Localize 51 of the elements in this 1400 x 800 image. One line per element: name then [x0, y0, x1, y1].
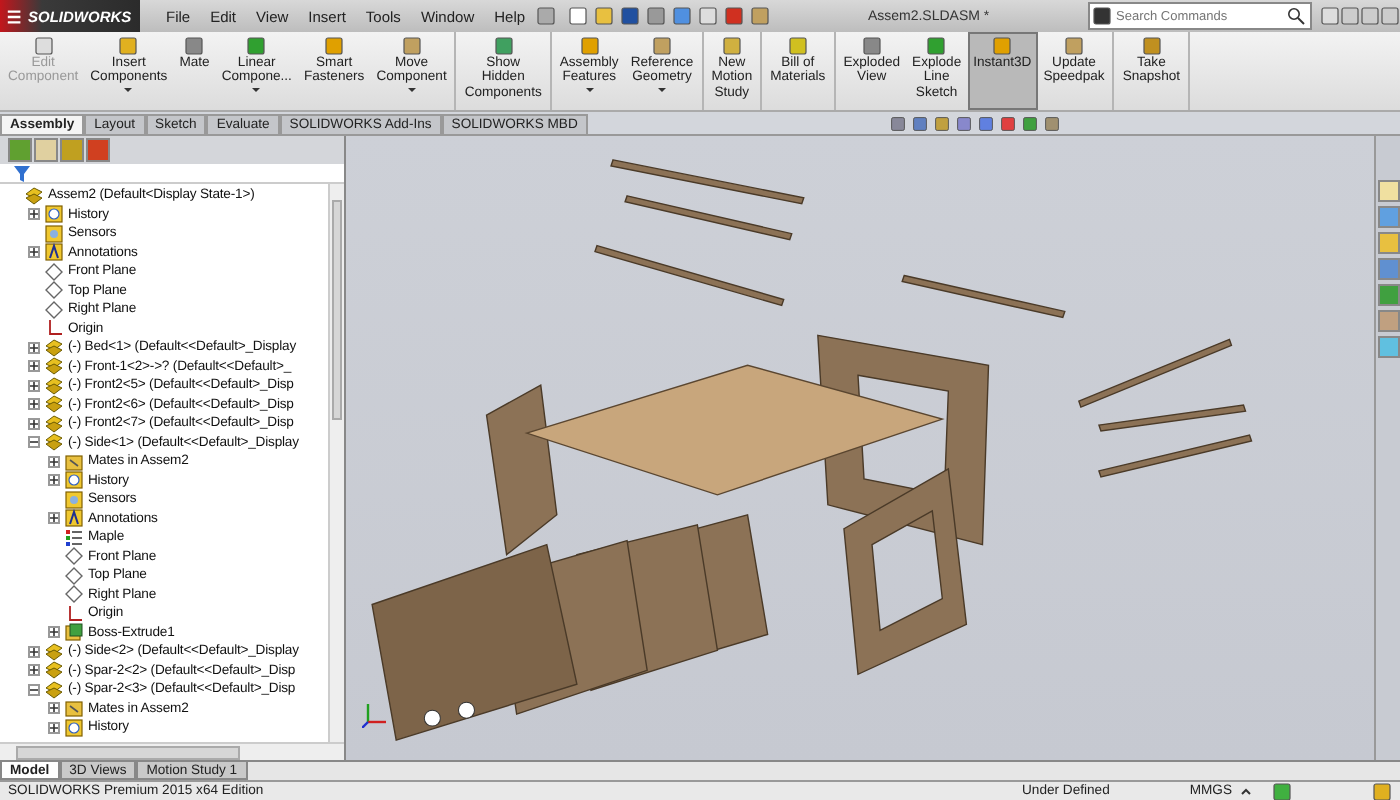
part-icon — [44, 337, 64, 358]
origin-icon — [64, 603, 84, 624]
part-icon — [44, 679, 64, 700]
annotation-icon — [44, 242, 64, 263]
origin-icon — [44, 318, 64, 339]
expand-toggle[interactable] — [28, 683, 40, 696]
expand-toggle[interactable] — [48, 702, 60, 715]
annotation-icon — [64, 508, 84, 529]
search-icon — [1286, 6, 1306, 26]
horizontal-scrollbar[interactable] — [0, 742, 344, 760]
plane-icon — [64, 584, 84, 605]
expand-toggle[interactable] — [48, 455, 60, 468]
extrude-feature-icon — [64, 622, 84, 643]
part-icon — [44, 432, 64, 453]
mates-folder-icon — [64, 698, 84, 719]
expand-toggle[interactable] — [48, 721, 60, 734]
expand-toggle[interactable] — [48, 626, 60, 639]
part-icon — [24, 185, 44, 206]
history-icon — [64, 470, 84, 491]
part-icon — [44, 660, 64, 681]
expand-toggle[interactable] — [28, 208, 40, 221]
expand-toggle[interactable] — [48, 474, 60, 487]
expand-toggle[interactable] — [28, 417, 40, 430]
expand-toggle[interactable] — [28, 436, 40, 449]
axis-triad-icon — [362, 700, 390, 728]
expand-toggle[interactable] — [28, 645, 40, 658]
expand-toggle[interactable] — [28, 360, 40, 373]
vertical-scrollbar[interactable] — [328, 184, 344, 742]
plane-icon — [64, 565, 84, 586]
plane-icon — [44, 299, 64, 320]
sensor-icon — [44, 223, 64, 244]
part-icon — [44, 375, 64, 396]
part-icon — [44, 413, 64, 434]
plane-icon — [44, 280, 64, 301]
part-icon — [44, 356, 64, 377]
caret-icon[interactable] — [1240, 785, 1252, 797]
history-icon — [64, 717, 84, 738]
expand-toggle[interactable] — [28, 246, 40, 259]
expand-toggle[interactable] — [28, 379, 40, 392]
plane-icon — [44, 261, 64, 282]
plane-icon — [64, 546, 84, 567]
sensor-icon — [64, 489, 84, 510]
history-icon — [44, 204, 64, 225]
expand-toggle[interactable] — [28, 664, 40, 677]
part-icon — [44, 394, 64, 415]
material-icon — [64, 527, 84, 548]
part-icon — [44, 641, 64, 662]
mates-folder-icon — [64, 451, 84, 472]
expand-toggle[interactable] — [28, 341, 40, 354]
expand-toggle[interactable] — [28, 398, 40, 411]
expand-toggle[interactable] — [48, 512, 60, 525]
